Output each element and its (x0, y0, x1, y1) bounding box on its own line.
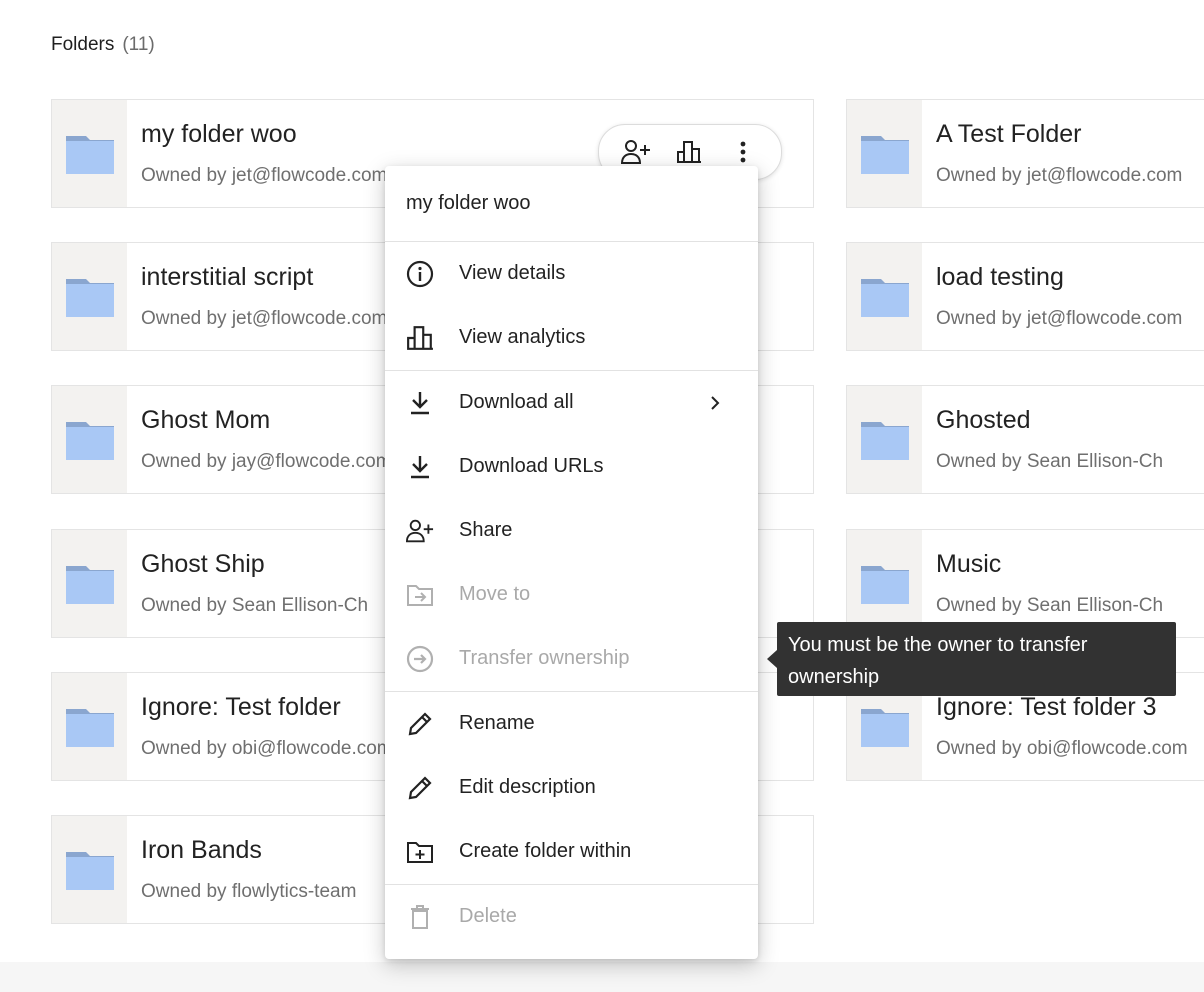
folder-owner: Owned by Sean Ellison-Ch (936, 451, 1164, 472)
pencil-icon (408, 776, 432, 800)
folder-name: Ignore: Test folder 3 (936, 693, 1157, 721)
folder-thumbnail (847, 243, 922, 350)
arrow-circle-icon (406, 645, 434, 673)
menu-item-label: View details (459, 262, 566, 284)
menu-item-view-details[interactable]: View details (385, 242, 758, 306)
menu-item-label: Edit description (459, 776, 596, 798)
folder-card[interactable]: load testing Owned by jet@flowcode.com (846, 242, 1204, 351)
menu-item-download-all[interactable]: Download all (385, 371, 758, 435)
more-options-button[interactable] (727, 136, 759, 168)
section-heading: Folders (11) (51, 34, 155, 56)
tooltip: You must be the owner to transfer owners… (777, 622, 1176, 696)
folder-thumbnail (52, 100, 127, 207)
menu-item-label: Delete (459, 905, 517, 927)
menu-item-transfer-ownership: Transfer ownership (385, 627, 758, 691)
folder-icon (860, 708, 909, 747)
menu-item-share[interactable]: Share (385, 499, 758, 563)
folder-thumbnail (52, 243, 127, 350)
menu-item-rename[interactable]: Rename (385, 692, 758, 756)
folder-owner: Owned by jay@flowcode.com (141, 451, 392, 472)
folder-icon (860, 565, 909, 604)
folder-icon (860, 278, 909, 317)
folder-owner: Owned by Sean Ellison-Ch (141, 595, 369, 616)
menu-item-download-urls[interactable]: Download URLs (385, 435, 758, 499)
folder-name: Music (936, 550, 1002, 578)
folder-owner: Owned by Sean Ellison-Ch (936, 595, 1164, 616)
download-icon (411, 392, 429, 415)
folder-icon (65, 135, 114, 174)
menu-item-create-folder-within[interactable]: Create folder within (385, 820, 758, 884)
folder-name: Ghost Ship (141, 550, 265, 578)
menu-item-label: Share (459, 519, 513, 541)
folder-owner: Owned by flowlytics-team (141, 881, 357, 902)
folder-owner: Owned by obi@flowcode.com (936, 738, 1188, 759)
share-button[interactable] (620, 136, 652, 168)
folder-owner: Owned by jet@flowcode.com (141, 165, 388, 186)
menu-item-label: Transfer ownership (459, 647, 630, 669)
info-icon (406, 260, 434, 288)
menu-item-delete: Delete (385, 885, 758, 949)
folder-name: Ghosted (936, 406, 1031, 434)
section-title: Folders (51, 34, 115, 55)
folder-thumbnail (52, 386, 127, 493)
folder-icon (65, 421, 114, 460)
folder-thumbnail (847, 530, 922, 637)
menu-item-edit-description[interactable]: Edit description (385, 756, 758, 820)
folder-name: Iron Bands (141, 836, 262, 864)
folder-thumbnail (847, 100, 922, 207)
footer-band (0, 962, 1204, 992)
folder-owner: Owned by jet@flowcode.com (936, 165, 1183, 186)
folder-owner: Owned by jet@flowcode.com (936, 308, 1183, 329)
analytics-button[interactable] (673, 136, 705, 168)
menu-item-label: Download URLs (459, 455, 604, 477)
folder-owner: Owned by obi@flowcode.com (141, 738, 393, 759)
folder-thumbnail (52, 673, 127, 780)
folder-count: (11) (122, 34, 155, 55)
menu-item-view-analytics[interactable]: View analytics (385, 306, 758, 370)
folder-card[interactable]: A Test Folder Owned by jet@flowcode.com (846, 99, 1204, 208)
folder-icon (860, 421, 909, 460)
menu-item-label: Move to (459, 583, 531, 605)
folder-name: load testing (936, 263, 1064, 291)
more-vertical-icon (740, 141, 746, 163)
context-menu: my folder woo View details View analytic… (385, 166, 758, 959)
tooltip-arrow (767, 650, 777, 668)
bar-chart-icon (677, 141, 701, 163)
folder-name: my folder woo (141, 120, 297, 148)
menu-item-label: Download all (459, 391, 574, 413)
menu-item-move-to: Move to (385, 563, 758, 627)
folder-thumbnail (847, 386, 922, 493)
menu-item-label: Rename (459, 712, 535, 734)
folder-thumbnail (52, 816, 127, 923)
folder-icon (65, 851, 114, 890)
menu-title: my folder woo (406, 192, 531, 214)
folder-icon (65, 278, 114, 317)
folder-name: interstitial script (141, 263, 314, 291)
person-add-icon (406, 519, 434, 543)
folder-move-icon (407, 585, 433, 606)
menu-item-label: Create folder within (459, 840, 632, 862)
chevron-right-icon (711, 396, 720, 410)
folder-icon (65, 708, 114, 747)
folder-add-icon (407, 842, 433, 863)
folder-owner: Owned by jet@flowcode.com (141, 308, 388, 329)
folder-name: A Test Folder (936, 120, 1082, 148)
menu-item-label: View analytics (459, 326, 586, 348)
folder-icon (860, 135, 909, 174)
download-icon (411, 456, 429, 479)
bar-chart-icon (407, 326, 433, 350)
folder-icon (65, 565, 114, 604)
pencil-icon (408, 712, 432, 736)
folder-name: Ignore: Test folder (141, 693, 341, 721)
folder-card[interactable]: Ghosted Owned by Sean Ellison-Ch (846, 385, 1204, 494)
person-add-icon (621, 140, 650, 164)
folder-thumbnail (52, 530, 127, 637)
folder-name: Ghost Mom (141, 406, 271, 434)
trash-icon (411, 905, 429, 929)
